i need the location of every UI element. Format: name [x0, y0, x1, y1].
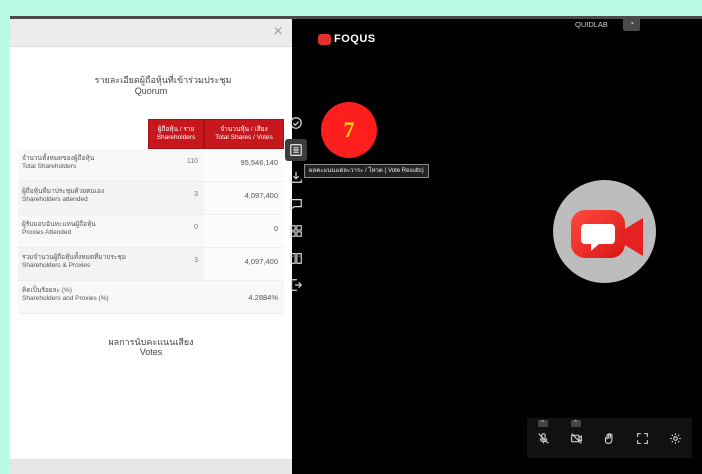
col-shares-th: จำนวนหุ้น / เสียง: [220, 126, 268, 133]
hand-icon[interactable]: [602, 430, 618, 446]
col-shares: จำนวนหุ้น / เสียง Total Shares / Votes: [204, 119, 284, 149]
row-label-th: คิดเป็นร้อยละ (%): [22, 287, 72, 294]
panel-content: รายละเอียดผู้ถือหุ้นที่เข้าร่วมประชุม Qu…: [10, 47, 292, 459]
row-shareholders: 3: [194, 191, 198, 198]
row-label-en: Shareholders & Proxies: [22, 262, 91, 269]
row-label-th: ผู้รับมอบฉันทะแทนผู้ถือหุ้น: [22, 221, 96, 228]
chat-icon[interactable]: [285, 193, 307, 215]
row-label-th: รวมจำนวนผู้ถือหุ้นทั้งหมดที่มาประชุม: [22, 254, 127, 261]
logout-icon[interactable]: [285, 274, 307, 296]
row-label-en: Proxies Attended: [22, 229, 72, 236]
camera-off-icon[interactable]: ^: [569, 420, 585, 446]
votes-title-en: Votes: [139, 347, 163, 357]
sidebar: [285, 112, 311, 301]
col-shareholders: ผู้ถือหุ้น / ราย Shareholders: [148, 119, 204, 149]
percent-value: 4.2884%: [248, 293, 278, 302]
row-shares: 4,097,400: [204, 182, 284, 214]
foqus-logo: FOQUS: [318, 33, 376, 45]
quorum-table: ผู้ถือหุ้น / ราย Shareholders จำนวนหุ้น …: [18, 119, 284, 314]
controls-bar: ^ ^: [527, 418, 692, 458]
sidebar-tooltip: ผลคะแนนแต่ละวาระ / โหวต ( Vote Results): [304, 164, 429, 178]
panel-bottom-bar: [10, 459, 292, 474]
chevron-up-icon[interactable]: ^: [537, 420, 548, 427]
quorum-title-en: Quorum: [134, 86, 168, 96]
grid-icon[interactable]: [285, 220, 307, 242]
table-row: ผู้ถือหุ้นที่มาประชุมด้วยตนเอง Shareholde…: [18, 182, 284, 215]
table-row: ผู้รับมอบฉันทะแทนผู้ถือหุ้น Proxies Atten…: [18, 215, 284, 248]
col-shareholders-en: Shareholders: [156, 134, 196, 141]
quorum-title: รายละเอียดผู้ถือหุ้นที่เข้าร่วมประชุม Qu…: [10, 75, 292, 96]
row-shares: 95,546,140: [204, 149, 284, 181]
chevron-up-icon[interactable]: ^: [570, 420, 581, 427]
quorum-panel: × รายละเอียดผู้ถือหุ้นที่เข้าร่วมประชุม …: [10, 19, 292, 474]
logo-icon: [318, 33, 331, 45]
fullscreen-icon[interactable]: [635, 430, 651, 446]
row-label-en: Total Shareholders: [22, 163, 77, 170]
user-name: QUIDLAB: [575, 20, 608, 29]
table-row: รวมจำนวนผู้ถือหุ้นทั้งหมดที่มาประชุม Shar…: [18, 248, 284, 281]
account-icon[interactable]: ◔: [623, 17, 640, 31]
table-header: ผู้ถือหุ้น / ราย Shareholders จำนวนหุ้น …: [18, 119, 284, 149]
row-shares: 0: [204, 215, 284, 247]
row-label-th: ผู้ถือหุ้นที่มาประชุมด้วยตนเอง: [22, 188, 105, 195]
list-icon[interactable]: [285, 139, 307, 161]
table-row: จำนวนทั้งหมดของผู้ถือหุ้น Total Sharehold…: [18, 149, 284, 182]
mic-off-icon[interactable]: ^: [536, 420, 552, 446]
logo-text: FOQUS: [334, 33, 376, 45]
row-label-th: จำนวนทั้งหมดของผู้ถือหุ้น: [22, 155, 95, 162]
video-logo-icon: [571, 210, 643, 258]
check-circle-icon[interactable]: [285, 112, 307, 134]
col-shares-en: Total Shares / Votes: [215, 134, 273, 141]
col-shareholders-th: ผู้ถือหุ้น / ราย: [157, 126, 195, 133]
table-row-percent: คิดเป็นร้อยละ (%) Shareholders and Proxie…: [18, 281, 284, 314]
row-label-en: Shareholders attended: [22, 196, 88, 203]
row-shareholders: 0: [194, 224, 198, 231]
row-shareholders: 110: [186, 158, 198, 165]
row-shareholders: 3: [194, 257, 198, 264]
panel-topbar: ×: [10, 19, 292, 47]
book-icon[interactable]: [285, 247, 307, 269]
votes-title-th: ผลการนับคะแนนเสียง: [108, 337, 194, 347]
votes-title: ผลการนับคะแนนเสียง Votes: [10, 337, 292, 357]
quorum-title-th: รายละเอียดผู้ถือหุ้นที่เข้าร่วมประชุม: [94, 75, 232, 85]
number-badge: 7: [321, 102, 377, 158]
settings-icon[interactable]: [668, 430, 684, 446]
row-shares: 4,097,400: [204, 248, 284, 280]
row-label-en: Shareholders and Proxies (%): [22, 295, 109, 302]
close-icon[interactable]: ×: [270, 24, 286, 40]
